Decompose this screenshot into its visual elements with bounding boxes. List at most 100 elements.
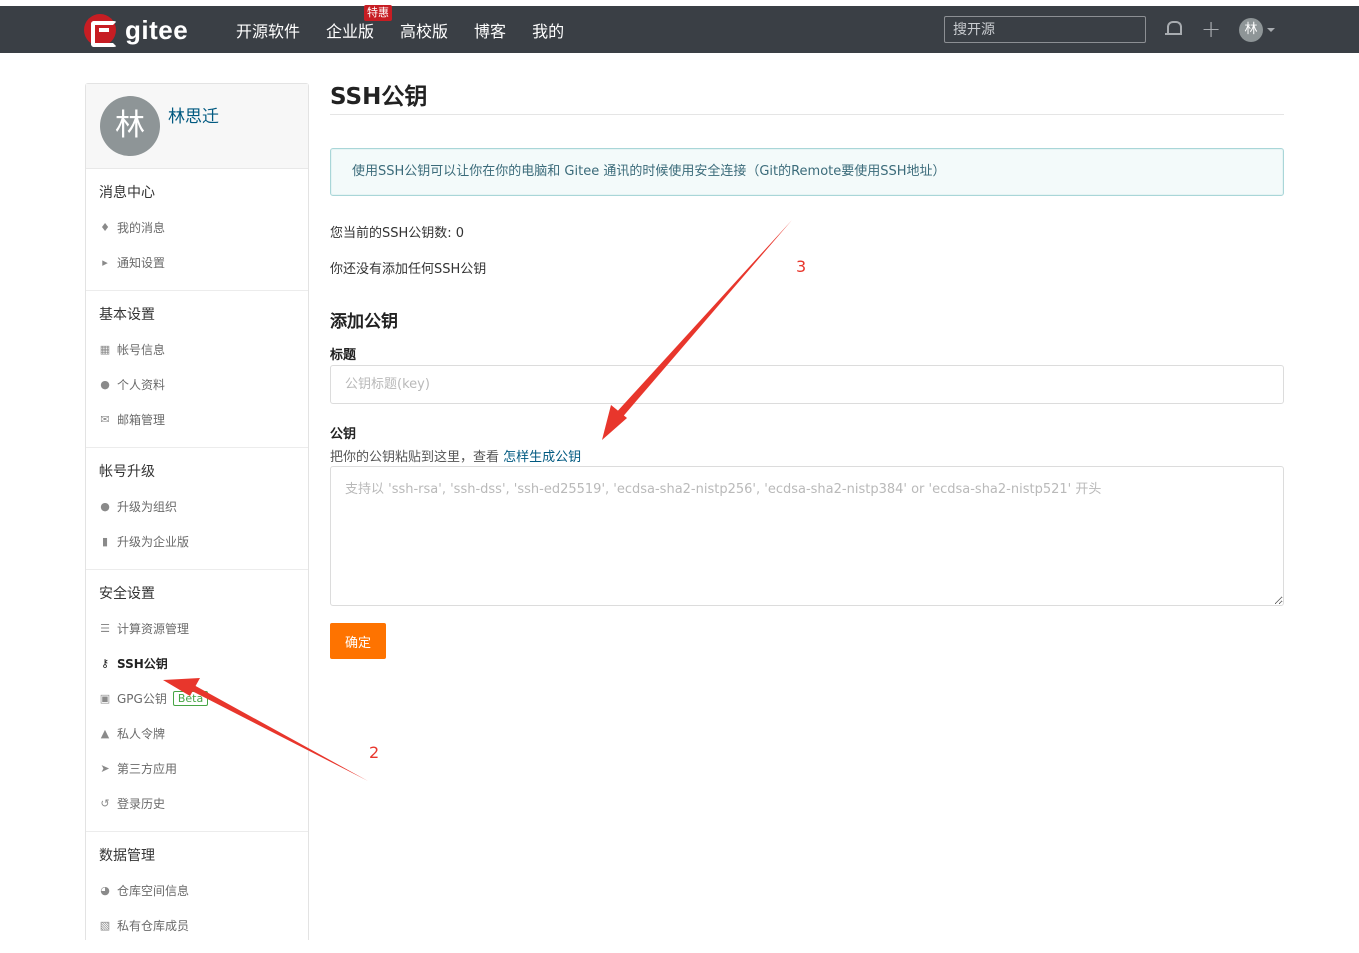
key-icon: ⚷ — [100, 656, 110, 670]
sidebar-item-label: GPG公钥 — [117, 692, 167, 706]
group-data-management: 数据管理 ◕ 仓库空间信息 ▧ 私有仓库成员 — [86, 832, 308, 953]
beta-badge: Beta — [172, 691, 209, 706]
sidebar-item-label: 升级为组织 — [117, 500, 178, 514]
gitee-logo[interactable]: gitee — [84, 14, 189, 47]
annotation-arrow-3 — [602, 220, 792, 440]
menu-mine[interactable]: 我的 — [532, 18, 564, 42]
key-label: 公钥 — [330, 427, 357, 442]
id-card-icon: ▦ — [99, 342, 111, 356]
add-key-title: 添加公钥 — [330, 312, 398, 332]
info-alert: 使用SSH公钥可以让你在你的电脑和 Gitee 通讯的时候使用安全连接（Git的… — [330, 148, 1284, 196]
sidebar-item-label: 私有仓库成员 — [117, 919, 190, 933]
sidebar-item-gpg-keys[interactable]: ▣ GPG公钥 Beta — [86, 681, 308, 716]
token-icon: ▲ — [100, 726, 110, 740]
title-label: 标题 — [330, 348, 357, 363]
gitee-logo-icon — [84, 14, 117, 47]
menu-blog[interactable]: 博客 — [474, 18, 506, 42]
key-count-text: 您当前的SSH公钥数: 0 — [330, 226, 465, 241]
menu-label: 博客 — [474, 21, 507, 41]
sidebar-item-label: 帐号信息 — [117, 343, 166, 357]
sidebar-item-label: 通知设置 — [117, 256, 166, 270]
history-icon: ↺ — [100, 796, 110, 810]
user-avatar-menu[interactable]: 林 — [1239, 18, 1263, 42]
sidebar-item-notification-settings[interactable]: ▸ 通知设置 — [86, 245, 308, 280]
no-keys-text: 你还没有添加任何SSH公钥 — [330, 262, 487, 277]
group-title: 帐号升级 — [99, 464, 155, 480]
sidebar-item-label: 邮箱管理 — [117, 413, 166, 427]
repo-icon: ▧ — [99, 918, 111, 932]
promo-badge: 特惠 — [364, 4, 393, 21]
title-divider — [330, 114, 1284, 115]
logo-text: gitee — [125, 14, 189, 45]
sidebar-item-profile[interactable]: ● 个人资料 — [86, 367, 308, 402]
sidebar-item-ssh-keys[interactable]: ⚷ SSH公钥 — [86, 646, 308, 681]
sidebar-item-label: 升级为企业版 — [117, 535, 190, 549]
sidebar-item-account-info[interactable]: ▦ 帐号信息 — [86, 332, 308, 367]
settings-sidebar: 林 林思迁 消息中心 ♦ 我的消息 ▸ 通知设置 基本设置 ▦ 帐号信息 ● 个… — [85, 83, 309, 940]
username-link[interactable]: 林思迁 — [168, 102, 219, 127]
group-account-upgrade: 帐号升级 ● 升级为组织 ▮ 升级为企业版 — [86, 448, 308, 570]
group-icon: ● — [100, 499, 110, 513]
menu-label: 我的 — [532, 21, 565, 41]
server-icon: ☰ — [100, 621, 110, 635]
menu-label: 企业版 — [326, 21, 375, 41]
group-message-center: 消息中心 ♦ 我的消息 ▸ 通知设置 — [86, 169, 308, 291]
group-title: 基本设置 — [99, 307, 155, 323]
annotation-label-2: 2 — [369, 743, 380, 762]
search-input[interactable] — [944, 16, 1146, 43]
sidebar-item-label: SSH公钥 — [117, 657, 168, 671]
building-icon: ▮ — [101, 534, 109, 548]
main-menu: 开源软件 企业版 特惠 高校版 博客 我的 — [236, 4, 590, 53]
sidebar-item-label: 个人资料 — [117, 378, 166, 392]
sidebar-item-upgrade-enterprise[interactable]: ▮ 升级为企业版 — [86, 524, 308, 559]
menu-education[interactable]: 高校版 — [400, 18, 448, 42]
key-hint: 把你的公钥粘贴到这里，查看 怎样生成公钥 — [330, 446, 581, 465]
sidebar-item-personal-tokens[interactable]: ▲ 私人令牌 — [86, 716, 308, 751]
sidebar-item-label: 仓库空间信息 — [117, 884, 190, 898]
rocket-icon: ➤ — [100, 761, 110, 775]
how-to-generate-link[interactable]: 怎样生成公钥 — [503, 450, 581, 465]
sidebar-item-upgrade-org[interactable]: ● 升级为组织 — [86, 489, 308, 524]
main-content: SSH公钥 使用SSH公钥可以让你在你的电脑和 Gitee 通讯的时候使用安全连… — [330, 80, 1284, 659]
envelope-icon: ✉ — [100, 412, 110, 426]
navbar-bar: gitee 开源软件 企业版特惠 高校版 博客 我的 + 林 — [0, 4, 1359, 53]
annotation-label-3: 3 — [796, 257, 807, 276]
menu-enterprise[interactable]: 企业版 特惠 — [326, 4, 393, 42]
chevron-down-icon[interactable] — [1267, 28, 1275, 32]
profile-card: 林 林思迁 — [86, 84, 308, 169]
sidebar-item-label: 第三方应用 — [117, 762, 178, 776]
sidebar-item-label: 登录历史 — [117, 797, 166, 811]
sidebar-item-label: 我的消息 — [117, 221, 166, 235]
sidebar-item-label: 私人令牌 — [117, 727, 166, 741]
group-basic-settings: 基本设置 ▦ 帐号信息 ● 个人资料 ✉ 邮箱管理 — [86, 291, 308, 448]
group-title: 数据管理 — [99, 848, 155, 864]
menu-open-source[interactable]: 开源软件 — [236, 18, 300, 42]
sidebar-item-repo-space[interactable]: ◕ 仓库空间信息 — [86, 873, 308, 908]
volume-icon: ▸ — [102, 255, 108, 269]
sidebar-item-private-members[interactable]: ▧ 私有仓库成员 — [86, 908, 308, 943]
sidebar-item-label: 计算资源管理 — [117, 622, 190, 636]
user-icon: ● — [100, 377, 110, 391]
page-title: SSH公钥 — [330, 84, 428, 110]
pie-chart-icon: ◕ — [100, 883, 110, 897]
top-navbar: gitee 开源软件 企业版特惠 高校版 博客 我的 + 林 — [0, 0, 1359, 53]
public-key-textarea[interactable] — [330, 466, 1284, 606]
bell-icon[interactable] — [1163, 19, 1183, 39]
group-title: 消息中心 — [99, 185, 155, 201]
group-security-settings: 安全设置 ☰ 计算资源管理 ⚷ SSH公钥 ▣ GPG公钥 Beta ▲ 私人令… — [86, 570, 308, 832]
submit-button[interactable]: 确定 — [330, 623, 386, 659]
key-title-input[interactable] — [330, 365, 1284, 404]
arrow-3-head — [602, 405, 627, 440]
sidebar-item-my-messages[interactable]: ♦ 我的消息 — [86, 210, 308, 245]
avatar[interactable]: 林 — [100, 96, 160, 156]
sidebar-item-third-party-apps[interactable]: ➤ 第三方应用 — [86, 751, 308, 786]
plus-icon[interactable]: + — [1201, 17, 1221, 41]
sidebar-item-compute-resources[interactable]: ☰ 计算资源管理 — [86, 611, 308, 646]
menu-label: 开源软件 — [236, 21, 301, 41]
key-hint-text: 把你的公钥粘贴到这里，查看 — [330, 450, 504, 465]
group-title: 安全设置 — [99, 586, 155, 602]
sidebar-item-email[interactable]: ✉ 邮箱管理 — [86, 402, 308, 437]
menu-label: 高校版 — [400, 21, 449, 41]
sidebar-item-login-history[interactable]: ↺ 登录历史 — [86, 786, 308, 821]
lock-icon: ▣ — [99, 691, 111, 705]
